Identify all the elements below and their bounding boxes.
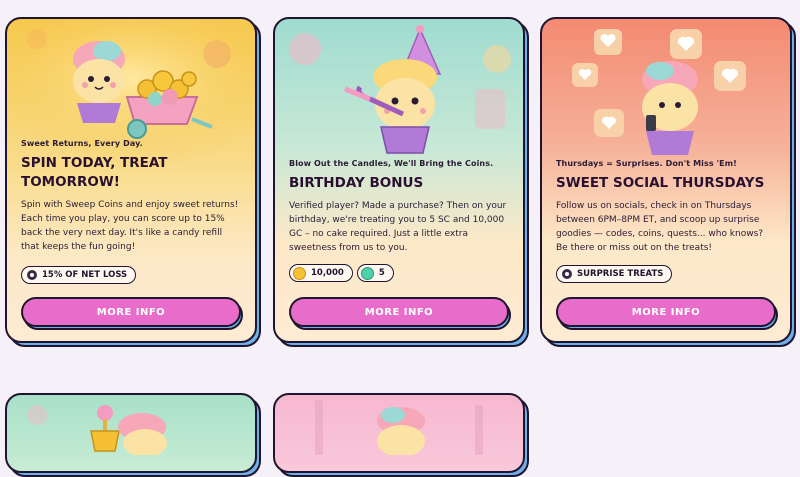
promo-card-spin: Sweet Returns, Every Day. SPIN TODAY, TR… bbox=[5, 17, 261, 347]
card-frame bbox=[273, 393, 525, 473]
promo-title-line1: SPIN TODAY, TREAT bbox=[21, 155, 168, 171]
gold-amount: 10,000 bbox=[311, 268, 344, 278]
more-info-button-wrap: MORE INFO bbox=[21, 297, 243, 330]
pink-mascot-illustration bbox=[315, 400, 483, 455]
birthday-mascot-illustration bbox=[289, 25, 511, 154]
promo-kicker: Sweet Returns, Every Day. bbox=[21, 139, 143, 148]
promo-title: SPIN TODAY, TREAT TOMORROW! bbox=[21, 154, 241, 192]
promo-title: SWEET SOCIAL THURSDAYS bbox=[556, 175, 765, 191]
sweep-coin-icon bbox=[360, 266, 374, 280]
more-info-button-wrap: MORE INFO bbox=[289, 297, 511, 330]
promo-card-birthday: Blow Out the Candles, We'll Bring the Co… bbox=[273, 17, 529, 347]
promo-card-partial-1 bbox=[5, 393, 261, 477]
more-info-button-wrap: MORE INFO bbox=[556, 297, 778, 330]
promo-description: Spin with Sweep Coins and enjoy sweet re… bbox=[21, 200, 239, 252]
card-frame: Blow Out the Candles, We'll Bring the Co… bbox=[273, 17, 525, 343]
promo-description: Verified player? Made a purchase? Then o… bbox=[289, 201, 507, 253]
sweep-coin-icon bbox=[562, 269, 572, 279]
chip-label: SURPRISE TREATS bbox=[577, 269, 664, 279]
promo-kicker: Thursdays = Surprises. Don't Miss 'Em! bbox=[556, 159, 737, 168]
chip-label: 15% OF NET LOSS bbox=[42, 270, 128, 280]
card-frame: Sweet Returns, Every Day. SPIN TODAY, TR… bbox=[5, 17, 257, 343]
card-frame: Thursdays = Surprises. Don't Miss 'Em! S… bbox=[540, 17, 792, 343]
net-loss-chip: 15% OF NET LOSS bbox=[21, 266, 137, 284]
more-info-button[interactable]: MORE INFO bbox=[556, 297, 776, 327]
promo-title-line2: TOMORROW! bbox=[21, 174, 120, 190]
social-mascot-illustration bbox=[572, 29, 746, 155]
promo-card-partial-2 bbox=[273, 393, 529, 477]
surprise-treats-chip: SURPRISE TREATS bbox=[556, 265, 673, 283]
promo-card-social: Thursdays = Surprises. Don't Miss 'Em! S… bbox=[540, 17, 796, 347]
more-info-button[interactable]: MORE INFO bbox=[21, 297, 241, 327]
promo-description: Follow us on socials, check in on Thursd… bbox=[556, 201, 764, 253]
gold-coin-icon bbox=[293, 266, 306, 280]
promo-kicker: Blow Out the Candles, We'll Bring the Co… bbox=[289, 159, 494, 168]
gold-coin-chip: 10,000 bbox=[289, 264, 353, 282]
promo-title: BIRTHDAY BONUS bbox=[289, 175, 424, 191]
sweep-coin-chip: 5 bbox=[356, 264, 394, 282]
sweep-amount: 5 bbox=[378, 268, 385, 278]
card-frame bbox=[5, 393, 257, 473]
more-info-button[interactable]: MORE INFO bbox=[289, 297, 509, 327]
trophy-mascot-illustration bbox=[27, 405, 167, 455]
sweep-coin-icon bbox=[27, 270, 37, 280]
